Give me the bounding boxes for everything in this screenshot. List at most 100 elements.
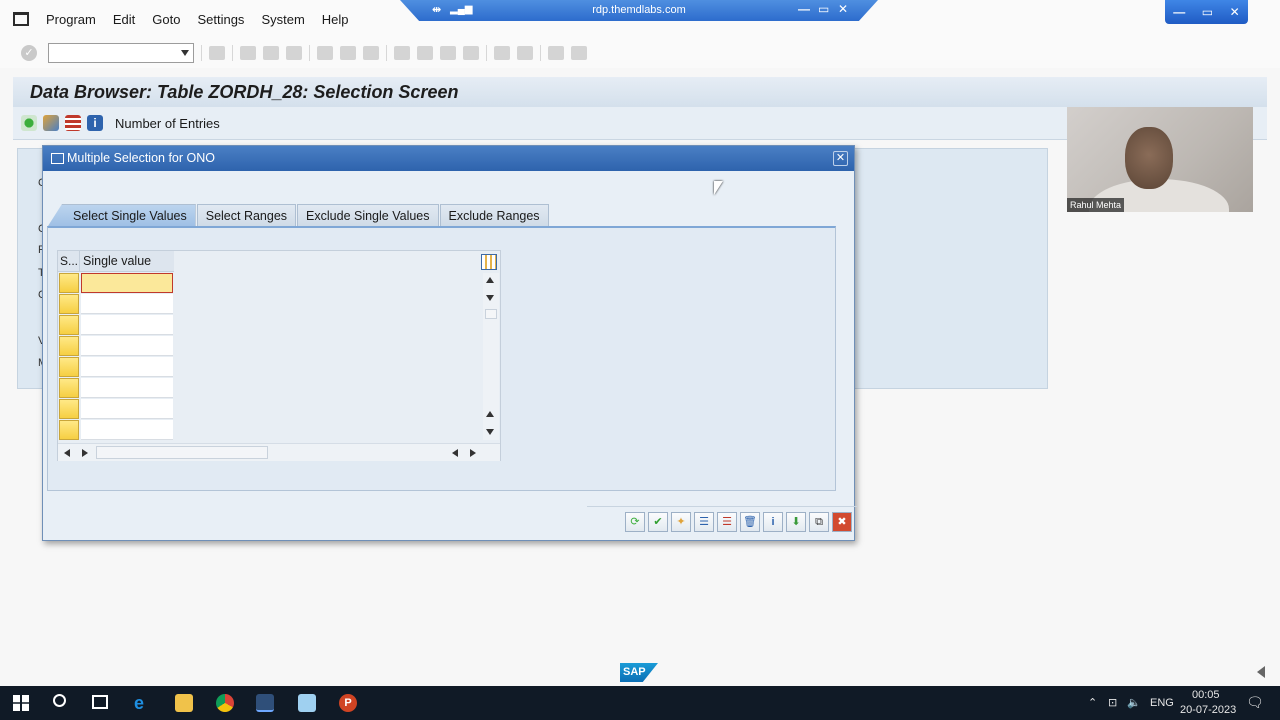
scroll-left-icon[interactable] bbox=[452, 449, 458, 457]
grid-settings-icon[interactable] bbox=[481, 254, 497, 270]
next-page-icon[interactable] bbox=[440, 46, 456, 60]
save-icon[interactable] bbox=[209, 46, 225, 60]
tab-select-ranges[interactable]: Select Ranges bbox=[196, 204, 297, 226]
close-button[interactable]: ✕ bbox=[1230, 5, 1240, 19]
powerpoint-icon[interactable]: P bbox=[339, 694, 357, 712]
language-indicator[interactable]: ENG bbox=[1150, 697, 1174, 709]
last-page-icon[interactable] bbox=[463, 46, 479, 60]
scroll-up-icon[interactable] bbox=[486, 411, 494, 417]
tab-exclude-single-values[interactable]: Exclude Single Values bbox=[297, 204, 439, 226]
row-selector[interactable] bbox=[59, 378, 79, 398]
scroll-left-icon[interactable] bbox=[64, 449, 70, 457]
rdp-minimize-button[interactable]: — bbox=[798, 2, 810, 16]
selection-options-icon[interactable] bbox=[43, 115, 59, 131]
scroll-thumb[interactable] bbox=[485, 309, 497, 319]
file-explorer-icon[interactable] bbox=[175, 694, 193, 712]
cancel-icon[interactable]: ✖ bbox=[832, 512, 852, 532]
delete-selection-icon[interactable] bbox=[65, 115, 81, 131]
restore-button[interactable]: ▭ bbox=[1202, 5, 1213, 19]
delete-line-icon[interactable]: ☰ bbox=[717, 512, 737, 532]
sap-logon-icon[interactable] bbox=[256, 694, 274, 712]
vertical-scrollbar[interactable] bbox=[483, 273, 499, 440]
delete-all-icon[interactable]: 🗑 bbox=[740, 512, 760, 532]
scroll-down-icon[interactable] bbox=[486, 295, 494, 301]
copy-ok-icon[interactable]: ✔ bbox=[648, 512, 668, 532]
single-value-input[interactable] bbox=[81, 336, 173, 356]
tab-select-single-values[interactable]: Select Single Values bbox=[48, 204, 196, 226]
menu-program[interactable]: Program bbox=[46, 12, 96, 27]
tab-exclude-ranges[interactable]: Exclude Ranges bbox=[439, 204, 549, 226]
row-selector[interactable] bbox=[59, 399, 79, 419]
shortcut-icon[interactable] bbox=[517, 46, 533, 60]
row-selector[interactable] bbox=[59, 315, 79, 335]
row-selector[interactable] bbox=[59, 420, 79, 440]
chrome-icon[interactable] bbox=[216, 694, 234, 712]
network-icon[interactable]: ⊡ bbox=[1108, 696, 1117, 709]
rdp-close-button[interactable]: ✕ bbox=[838, 2, 848, 16]
row-selector[interactable] bbox=[59, 336, 79, 356]
execute-icon[interactable]: ⟳ bbox=[625, 512, 645, 532]
menu-goto[interactable]: Goto bbox=[152, 12, 180, 27]
task-view-icon[interactable] bbox=[92, 695, 108, 709]
edge-icon[interactable]: e bbox=[134, 694, 152, 712]
import-icon[interactable]: ⬇ bbox=[786, 512, 806, 532]
row-selector[interactable] bbox=[59, 357, 79, 377]
column-header-status[interactable]: S... bbox=[58, 251, 80, 272]
minimize-button[interactable]: — bbox=[1173, 5, 1185, 19]
exit-icon[interactable] bbox=[263, 46, 279, 60]
find-next-icon[interactable] bbox=[363, 46, 379, 60]
scroll-right-icon[interactable] bbox=[470, 449, 476, 457]
menu-help[interactable]: Help bbox=[322, 12, 349, 27]
command-field[interactable] bbox=[48, 43, 194, 63]
horizontal-scrollbar[interactable] bbox=[58, 443, 500, 461]
print-icon[interactable] bbox=[317, 46, 333, 60]
dialog-close-button[interactable]: ✕ bbox=[833, 151, 848, 166]
single-value-input[interactable] bbox=[81, 315, 173, 335]
menu-settings[interactable]: Settings bbox=[197, 12, 244, 27]
toolbar-separator bbox=[232, 45, 233, 61]
search-icon[interactable] bbox=[53, 694, 66, 707]
find-icon[interactable] bbox=[340, 46, 356, 60]
insert-line-icon[interactable]: ☰ bbox=[694, 512, 714, 532]
scroll-right-icon[interactable] bbox=[82, 449, 88, 457]
clock-time[interactable]: 00:05 bbox=[1192, 689, 1220, 701]
new-session-icon[interactable] bbox=[494, 46, 510, 60]
notifications-icon[interactable]: 🗨 bbox=[1246, 694, 1264, 711]
single-value-input[interactable] bbox=[81, 420, 173, 440]
chevron-down-icon[interactable] bbox=[181, 50, 189, 56]
single-value-input[interactable] bbox=[81, 273, 173, 293]
notepad-icon[interactable] bbox=[298, 694, 316, 712]
rdp-restore-button[interactable]: ▭ bbox=[818, 2, 829, 16]
first-page-icon[interactable] bbox=[394, 46, 410, 60]
execute-icon[interactable] bbox=[21, 115, 37, 131]
start-icon[interactable] bbox=[13, 695, 29, 711]
clock-date[interactable]: 20-07-2023 bbox=[1180, 704, 1236, 716]
help-info-icon[interactable]: i bbox=[763, 512, 783, 532]
upload-clipboard-icon[interactable]: ⧉ bbox=[809, 512, 829, 532]
maintain-selection-options-icon[interactable]: ✦ bbox=[671, 512, 691, 532]
app-menu-icon[interactable] bbox=[13, 12, 29, 26]
layout-menu-icon[interactable] bbox=[571, 46, 587, 60]
column-header-single-value[interactable]: Single value bbox=[80, 251, 174, 272]
menu-system[interactable]: System bbox=[261, 12, 304, 27]
row-selector[interactable] bbox=[59, 273, 79, 293]
number-of-entries-button[interactable]: Number of Entries bbox=[115, 116, 220, 131]
info-icon[interactable]: i bbox=[87, 115, 103, 131]
row-selector[interactable] bbox=[59, 294, 79, 314]
enter-check-icon[interactable]: ✓ bbox=[21, 45, 37, 61]
status-bar-toggle-icon[interactable] bbox=[1257, 666, 1265, 678]
back-icon[interactable] bbox=[240, 46, 256, 60]
previous-page-icon[interactable] bbox=[417, 46, 433, 60]
volume-icon[interactable]: 🔈 bbox=[1127, 696, 1141, 709]
scroll-thumb[interactable] bbox=[96, 446, 268, 459]
scroll-down-icon[interactable] bbox=[486, 429, 494, 435]
single-value-input[interactable] bbox=[81, 378, 173, 398]
cancel-icon[interactable] bbox=[286, 46, 302, 60]
menu-edit[interactable]: Edit bbox=[113, 12, 135, 27]
tray-expand-icon[interactable]: ⌃ bbox=[1088, 696, 1097, 709]
scroll-up-icon[interactable] bbox=[486, 277, 494, 283]
single-value-input[interactable] bbox=[81, 399, 173, 419]
help-icon[interactable] bbox=[548, 46, 564, 60]
single-value-input[interactable] bbox=[81, 294, 173, 314]
single-value-input[interactable] bbox=[81, 357, 173, 377]
